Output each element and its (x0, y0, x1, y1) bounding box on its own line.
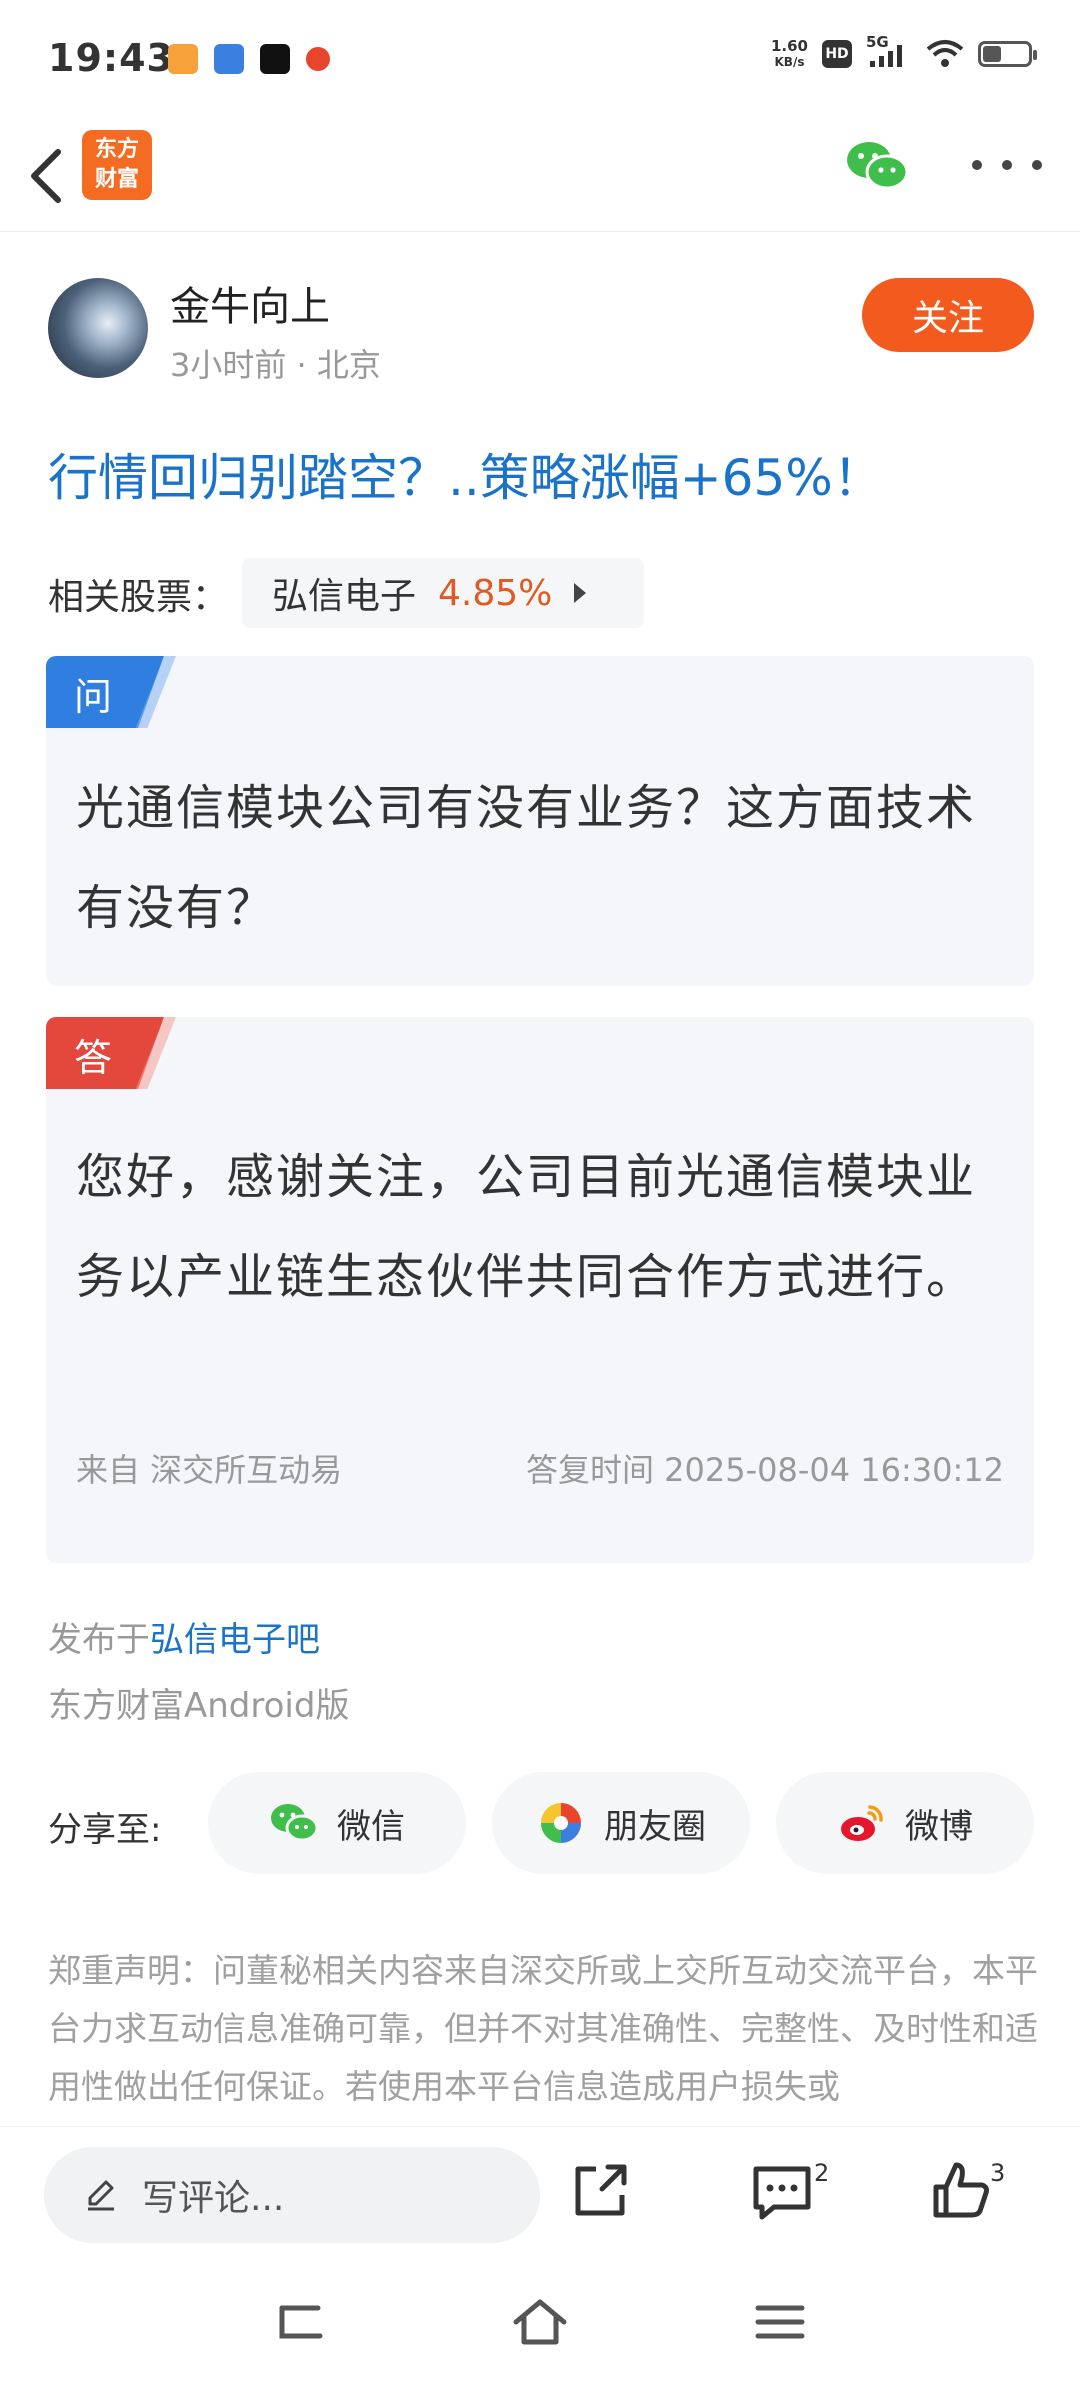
net-speed-value: 1.60 (770, 37, 808, 55)
post-location: 北京 (316, 346, 381, 384)
hd-icon: HD (822, 40, 852, 68)
share-weibo-button[interactable]: 微博 (776, 1772, 1034, 1874)
notification-tiktok-icon (260, 44, 290, 74)
related-stocks-label: 相关股票： (48, 577, 229, 618)
back-arrow-icon[interactable] (22, 136, 72, 216)
moments-icon (541, 1803, 581, 1843)
net-speed-unit: KB/s (774, 55, 805, 69)
wifi-icon (926, 40, 964, 67)
top-nav-bar: 东方 财富 (0, 120, 1080, 232)
answer-reply-time: 答复时间 2025-08-04 16:30:12 (525, 1451, 1004, 1489)
bottom-action-bar: 写评论... 2 3 (0, 2126, 1080, 2262)
question-tag-label: 问 (74, 675, 113, 719)
answer-tag-label: 答 (74, 1036, 113, 1080)
question-card: 问 光通信模块公司有没有业务？这方面技术有没有？ (46, 656, 1034, 986)
notification-shop-icon (306, 47, 330, 71)
stock-bar-link[interactable]: 弘信电子吧 (150, 1620, 320, 1660)
notification-chart-icon (214, 44, 244, 74)
app-logo: 东方 财富 (82, 130, 152, 200)
author-meta: 3小时前 · 北京 (170, 340, 381, 386)
publish-client: 东方财富Android版 (48, 1686, 350, 1726)
wechat-icon (271, 1804, 319, 1842)
signal-label: 5G (866, 33, 889, 51)
share-out-icon[interactable] (562, 2151, 642, 2231)
author-avatar[interactable] (48, 278, 148, 378)
share-wechat-button[interactable]: 微信 (208, 1772, 466, 1874)
share-moments-button[interactable]: 朋友圈 (492, 1772, 750, 1874)
net-speed: 1.60 KB/s (771, 38, 808, 70)
pencil-icon (88, 2180, 114, 2211)
share-label: 分享至: (48, 1810, 162, 1850)
like-count-badge: 3 (990, 2159, 1006, 2187)
stock-name: 弘信电子 (272, 576, 417, 617)
post-time: 3小时前 (170, 346, 287, 384)
comment-icon[interactable] (742, 2151, 822, 2231)
comment-input[interactable]: 写评论... (44, 2147, 540, 2243)
comment-count-badge: 2 (814, 2159, 830, 2187)
nav-home-icon[interactable] (510, 2296, 570, 2348)
question-tag: 问 (46, 656, 176, 728)
related-stock-chip[interactable]: 弘信电子 4.85% (242, 558, 644, 628)
status-bar: 19:43 1.60 KB/s HD 5G (0, 0, 1080, 120)
answer-source: 来自 深交所互动易 (76, 1451, 343, 1489)
weibo-icon (841, 1805, 883, 1841)
answer-card: 答 您好，感谢关注，公司目前光通信模块业务以产业链生态伙伴共同合作方式进行。 来… (46, 1017, 1034, 1563)
nav-back-icon[interactable] (270, 2296, 330, 2348)
more-options-icon[interactable] (972, 140, 1042, 190)
answer-tag: 答 (46, 1017, 176, 1089)
meta-separator: · (296, 346, 317, 384)
post-title[interactable]: 行情回归别踏空？..策略涨幅+65%！ (48, 438, 883, 510)
signal-icon: 5G (866, 33, 912, 69)
disclaimer-text: 郑重声明：问董秘相关内容来自深交所或上交所互动交流平台，本平台力求互动信息准确可… (48, 1951, 1038, 2106)
system-nav-bar (0, 2262, 1080, 2388)
status-time: 19:43 (48, 36, 174, 80)
wechat-share-icon[interactable] (845, 138, 909, 194)
stock-change: 4.85% (438, 572, 553, 614)
publish-prefix: 发布于 (48, 1620, 150, 1660)
logo-line2: 财富 (94, 167, 139, 192)
nav-menu-icon[interactable] (750, 2296, 810, 2348)
follow-button[interactable]: 关注 (862, 278, 1034, 352)
comment-placeholder: 写评论... (142, 2178, 285, 2219)
notification-app-icon (168, 44, 198, 74)
share-wechat-label: 微信 (337, 1806, 405, 1847)
author-name[interactable]: 金牛向上 (170, 274, 330, 332)
share-weibo-label: 微博 (905, 1806, 973, 1847)
question-text: 光通信模块公司有没有业务？这方面技术有没有？ (76, 780, 977, 936)
publish-info: 发布于弘信电子吧 (48, 1612, 320, 1661)
answer-text: 您好，感谢关注，公司目前光通信模块业务以产业链生态伙伴共同合作方式进行。 (76, 1149, 977, 1305)
logo-line1: 东方 (94, 137, 139, 162)
status-indicators: 1.60 KB/s HD 5G (771, 33, 1037, 70)
share-moments-label: 朋友圈 (604, 1806, 706, 1847)
chevron-right-icon (574, 583, 587, 603)
battery-icon (978, 41, 1037, 67)
